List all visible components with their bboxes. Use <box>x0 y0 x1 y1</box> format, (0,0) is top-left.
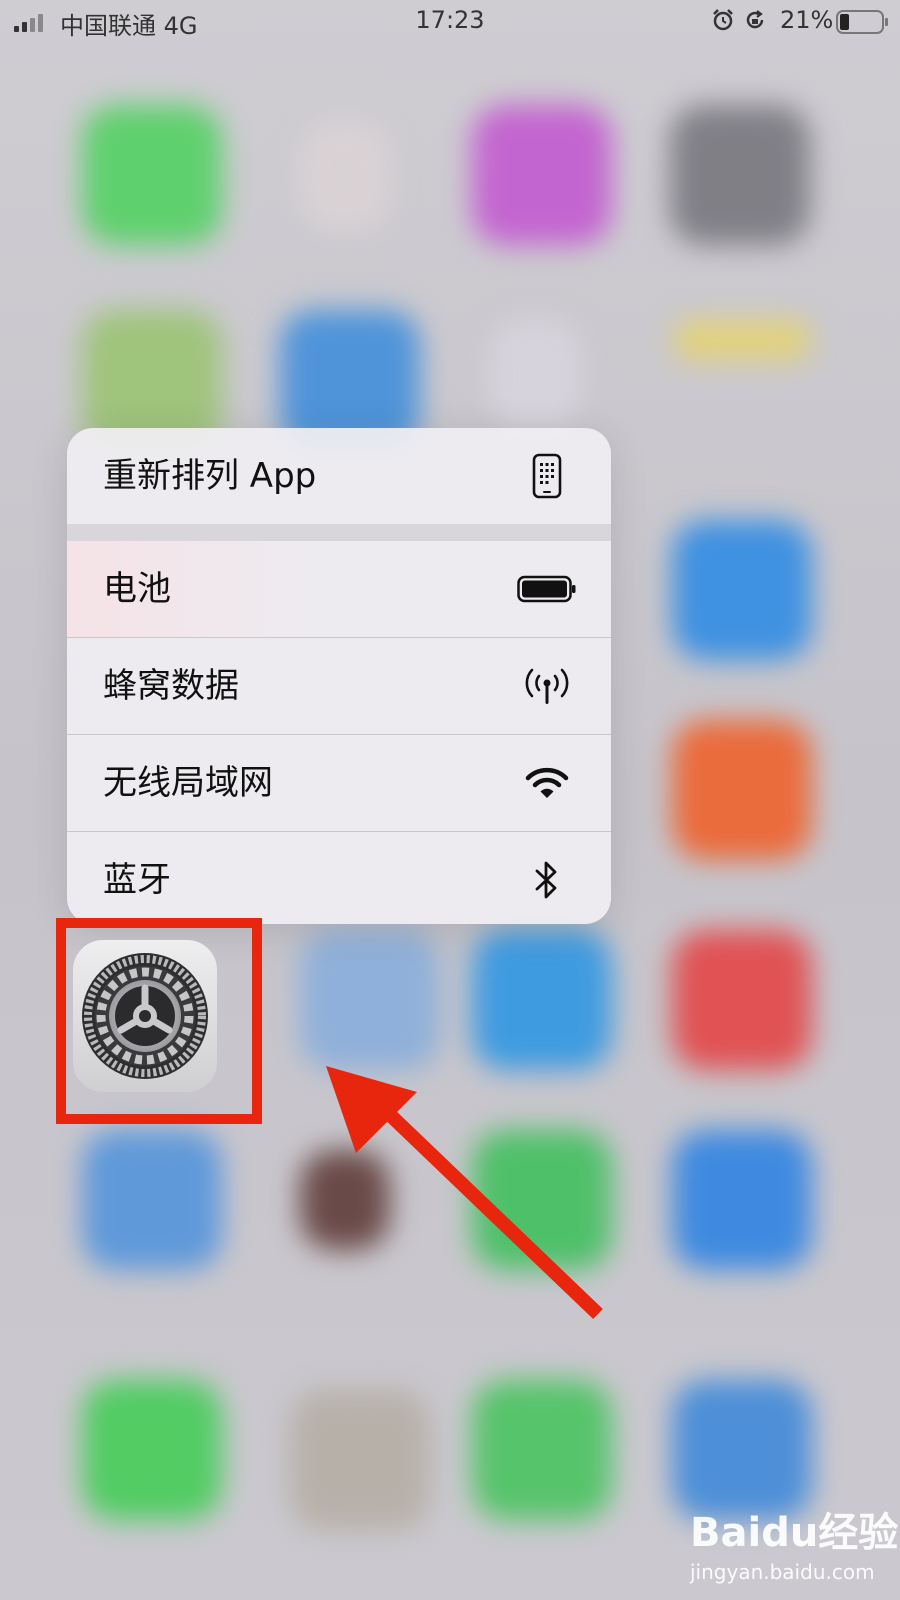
watermark-url: jingyan.baidu.com <box>690 1560 875 1584</box>
watermark-logo: Baidu经验 <box>690 1510 899 1556</box>
annotation-arrow <box>326 1066 603 1320</box>
watermark: Baidu经验 jingyan.baidu.com <box>690 1500 898 1584</box>
